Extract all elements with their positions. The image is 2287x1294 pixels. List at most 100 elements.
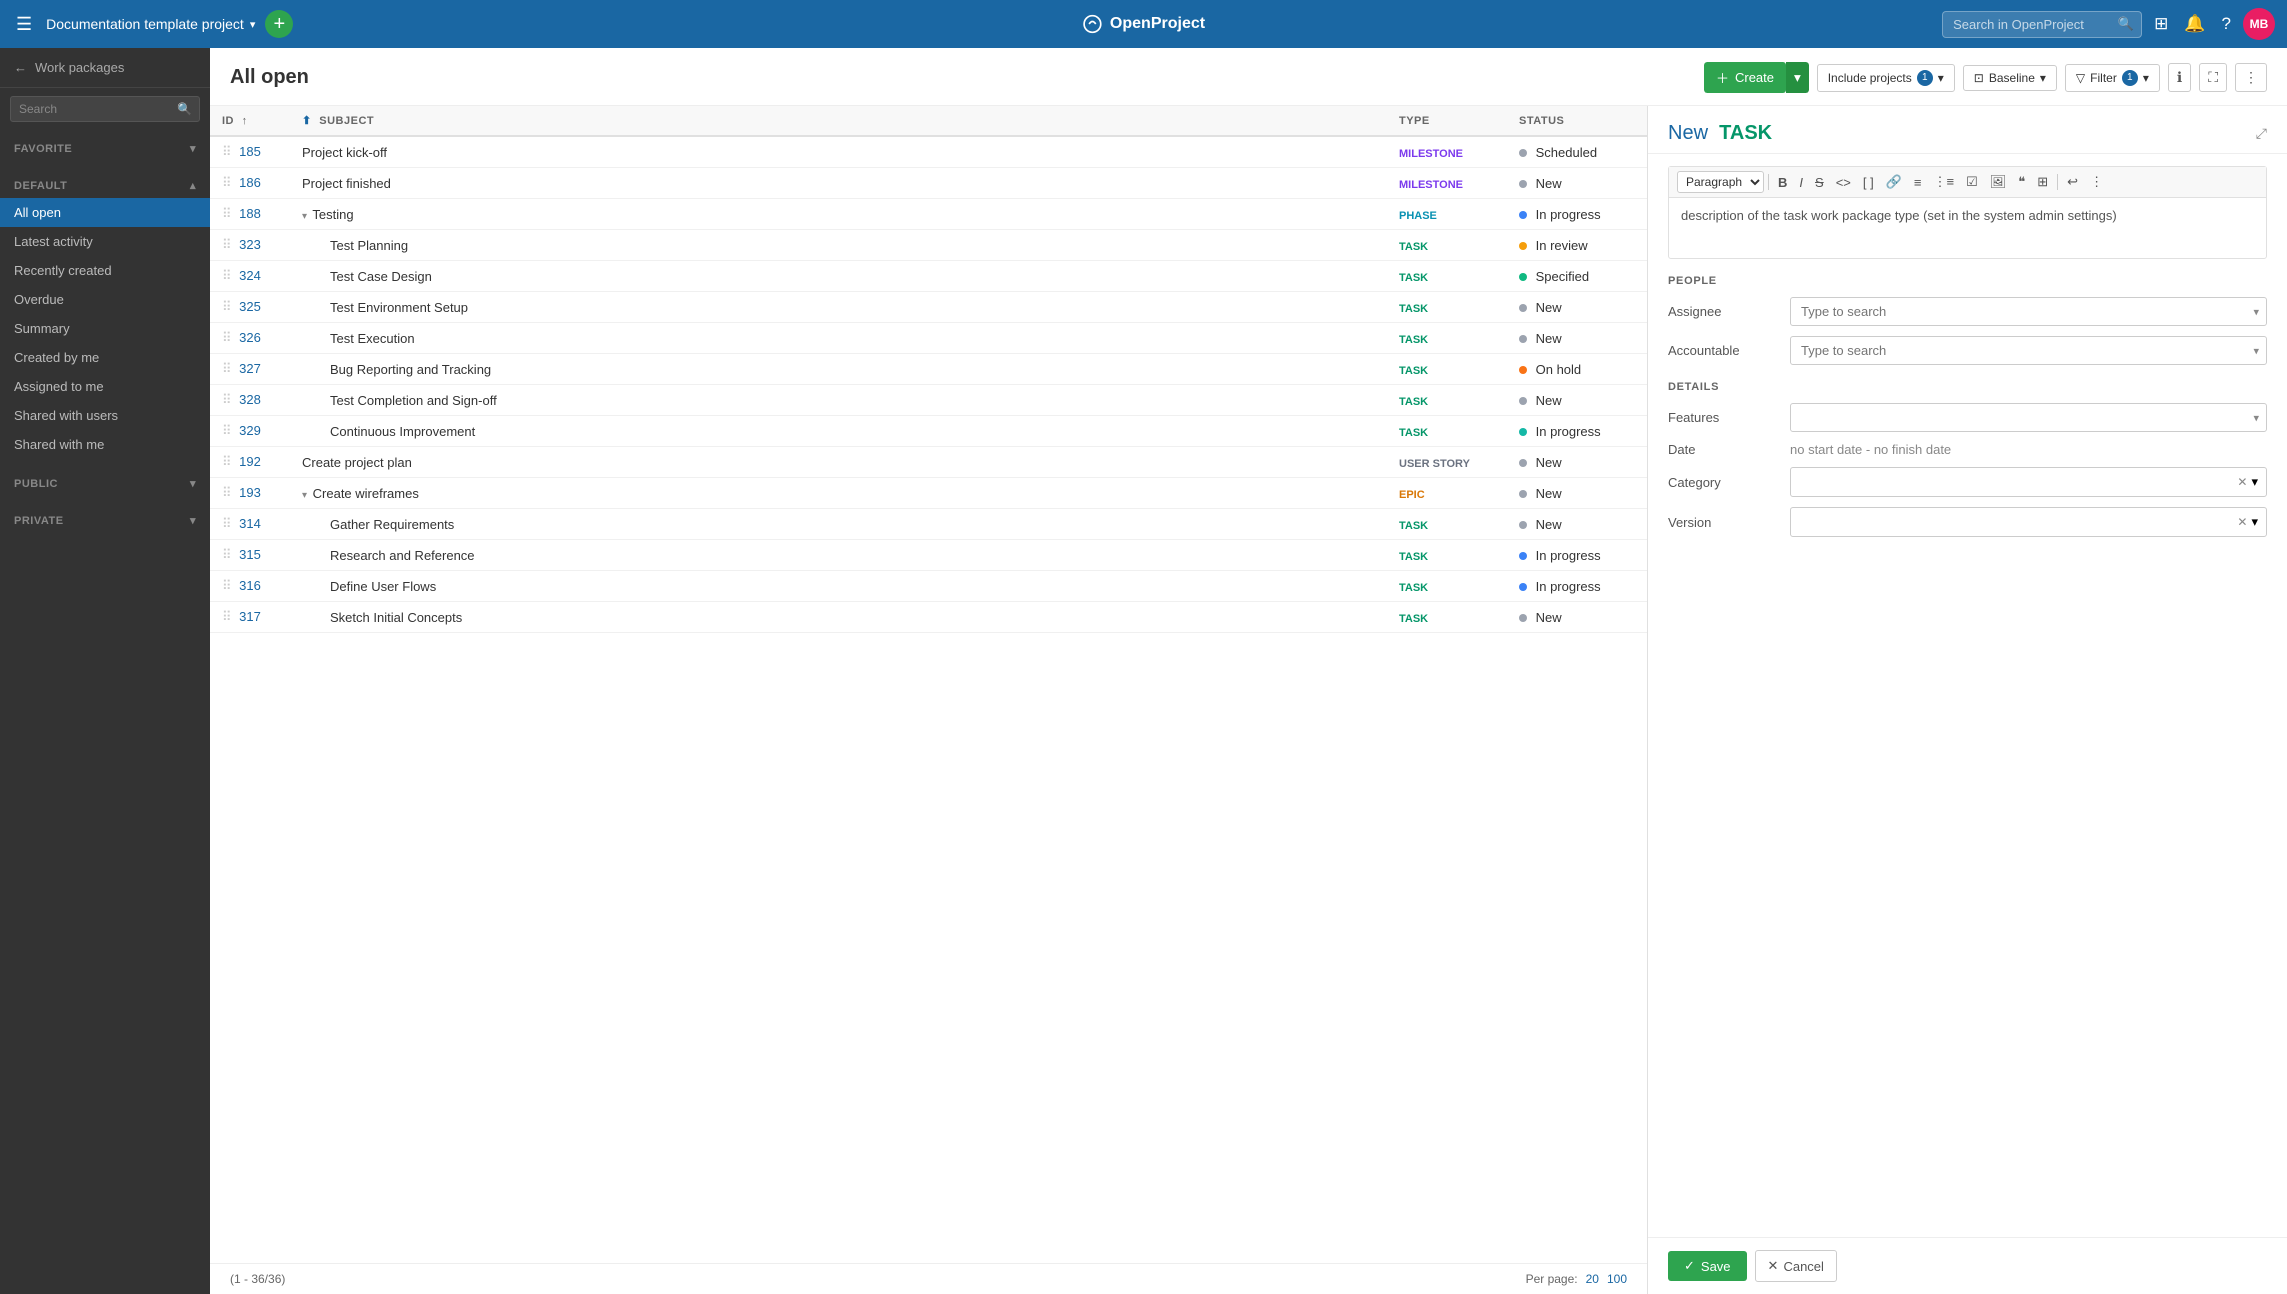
editor-content[interactable]: description of the task work package typ… — [1669, 198, 2266, 258]
drag-handle[interactable]: ⠿ — [222, 392, 232, 407]
sidebar-item-all-open[interactable]: All open — [0, 198, 210, 227]
id-link[interactable]: 193 — [239, 485, 261, 500]
bold-button[interactable]: B — [1773, 172, 1792, 193]
id-link[interactable]: 329 — [239, 423, 261, 438]
create-dropdown-button[interactable]: ▾ — [1786, 62, 1809, 93]
sidebar-back[interactable]: ← Work packages — [0, 48, 210, 88]
code-button[interactable]: <> — [1831, 172, 1856, 193]
per-page-20[interactable]: 20 — [1586, 1272, 1599, 1286]
global-search-wrap: 🔍 — [1942, 11, 2142, 38]
sidebar-item-shared-with-me[interactable]: Shared with me — [0, 430, 210, 459]
id-link[interactable]: 317 — [239, 609, 261, 624]
id-link[interactable]: 314 — [239, 516, 261, 531]
drag-handle[interactable]: ⠿ — [222, 609, 232, 624]
sidebar-item-assigned-to-me[interactable]: Assigned to me — [0, 372, 210, 401]
drag-handle[interactable]: ⠿ — [222, 206, 232, 221]
table-wrap[interactable]: ID ↑ ⬆ SUBJECT TYPE STATUS — [210, 106, 1647, 1263]
id-link[interactable]: 188 — [239, 206, 261, 221]
id-link[interactable]: 325 — [239, 299, 261, 314]
paragraph-select[interactable]: Paragraph — [1677, 171, 1764, 193]
collapse-icon[interactable]: ▾ — [302, 211, 307, 222]
menu-icon[interactable]: ☰ — [12, 10, 36, 39]
create-button[interactable]: ＋ Create — [1704, 62, 1786, 93]
drag-handle[interactable]: ⠿ — [222, 237, 232, 252]
id-link[interactable]: 315 — [239, 547, 261, 562]
baseline-button[interactable]: ⊡ Baseline ▾ — [1963, 65, 2057, 91]
category-field[interactable]: ✕ ▾ — [1790, 467, 2267, 497]
italic-button[interactable]: I — [1794, 172, 1808, 193]
row-id: ⠿ 317 — [210, 602, 290, 633]
drag-handle[interactable]: ⠿ — [222, 454, 232, 469]
drag-handle[interactable]: ⠿ — [222, 144, 232, 159]
id-link[interactable]: 327 — [239, 361, 261, 376]
id-link[interactable]: 185 — [239, 144, 261, 159]
sidebar-item-recently-created[interactable]: Recently created — [0, 256, 210, 285]
drag-handle[interactable]: ⠿ — [222, 423, 232, 438]
id-link[interactable]: 186 — [239, 175, 261, 190]
table-button[interactable]: ⊞ — [2032, 171, 2053, 193]
private-section-header[interactable]: PRIVATE ▾ — [0, 508, 210, 533]
id-link[interactable]: 192 — [239, 454, 261, 469]
drag-handle[interactable]: ⠿ — [222, 516, 232, 531]
drag-handle[interactable]: ⠿ — [222, 578, 232, 593]
image-button[interactable]: 🖼 — [1985, 171, 2012, 193]
drag-handle[interactable]: ⠿ — [222, 175, 232, 190]
id-link[interactable]: 323 — [239, 237, 261, 252]
features-select[interactable] — [1790, 403, 2267, 432]
sidebar-item-shared-with-users[interactable]: Shared with users — [0, 401, 210, 430]
inline-code-button[interactable]: [ ] — [1858, 172, 1879, 193]
more-toolbar-button[interactable]: ⋮ — [2085, 171, 2108, 193]
drag-handle[interactable]: ⠿ — [222, 299, 232, 314]
help-icon[interactable]: ? — [2218, 10, 2235, 38]
modules-icon[interactable]: ⊞ — [2150, 10, 2172, 38]
ordered-list-button[interactable]: ⋮≡ — [1929, 171, 1960, 193]
category-clear-icon[interactable]: ✕ — [2237, 475, 2247, 489]
sidebar-item-latest-activity[interactable]: Latest activity — [0, 227, 210, 256]
strikethrough-button[interactable]: S — [1810, 172, 1829, 193]
save-button[interactable]: ✓ Save — [1668, 1251, 1747, 1281]
drag-handle[interactable]: ⠿ — [222, 485, 232, 500]
include-projects-button[interactable]: Include projects 1 ▾ — [1817, 64, 1955, 92]
favorite-section-header[interactable]: FAVORITE ▾ — [0, 136, 210, 161]
add-button[interactable]: + — [265, 10, 293, 38]
fullscreen-button[interactable]: ⛶ — [2199, 63, 2227, 92]
version-field[interactable]: ✕ ▾ — [1790, 507, 2267, 537]
assignee-input[interactable] — [1790, 297, 2267, 326]
sidebar-item-overdue[interactable]: Overdue — [0, 285, 210, 314]
collapse-icon[interactable]: ▾ — [302, 490, 307, 501]
date-value[interactable]: no start date - no finish date — [1790, 442, 1951, 457]
panel-expand-icon[interactable]: ⤢ — [2256, 125, 2267, 142]
cancel-button[interactable]: ✕ Cancel — [1755, 1250, 1837, 1282]
row-subject: Create project plan — [290, 447, 1387, 478]
info-button[interactable]: ℹ — [2168, 63, 2191, 92]
per-page-100[interactable]: 100 — [1607, 1272, 1627, 1286]
undo-button[interactable]: ↩ — [2062, 171, 2083, 193]
include-projects-count: 1 — [1917, 70, 1933, 86]
link-button[interactable]: 🔗 — [1881, 171, 1907, 193]
id-link[interactable]: 326 — [239, 330, 261, 345]
bullet-list-button[interactable]: ≡ — [1909, 172, 1927, 193]
filter-button[interactable]: ▽ Filter 1 ▾ — [2065, 64, 2160, 92]
id-link[interactable]: 316 — [239, 578, 261, 593]
sidebar-item-summary[interactable]: Summary — [0, 314, 210, 343]
id-link[interactable]: 328 — [239, 392, 261, 407]
global-search-input[interactable] — [1942, 11, 2142, 38]
accountable-input[interactable] — [1790, 336, 2267, 365]
sidebar-item-created-by-me[interactable]: Created by me — [0, 343, 210, 372]
public-section-header[interactable]: PUBLIC ▾ — [0, 471, 210, 496]
sidebar-search-input[interactable] — [10, 96, 200, 122]
quote-button[interactable]: ❝ — [2013, 171, 2030, 193]
drag-handle[interactable]: ⠿ — [222, 268, 232, 283]
notifications-icon[interactable]: 🔔 — [2180, 10, 2209, 38]
checklist-button[interactable]: ☑ — [1961, 171, 1983, 193]
drag-handle[interactable]: ⠿ — [222, 330, 232, 345]
table-row: ⠿ 328 Test Completion and Sign-off TASK … — [210, 385, 1647, 416]
user-avatar[interactable]: MB — [2243, 8, 2275, 40]
default-section-header[interactable]: DEFAULT ▴ — [0, 173, 210, 198]
more-options-button[interactable]: ⋮ — [2235, 63, 2267, 92]
id-link[interactable]: 324 — [239, 268, 261, 283]
project-selector[interactable]: Documentation template project ▾ — [46, 16, 255, 32]
drag-handle[interactable]: ⠿ — [222, 361, 232, 376]
version-clear-icon[interactable]: ✕ — [2237, 515, 2247, 529]
drag-handle[interactable]: ⠿ — [222, 547, 232, 562]
